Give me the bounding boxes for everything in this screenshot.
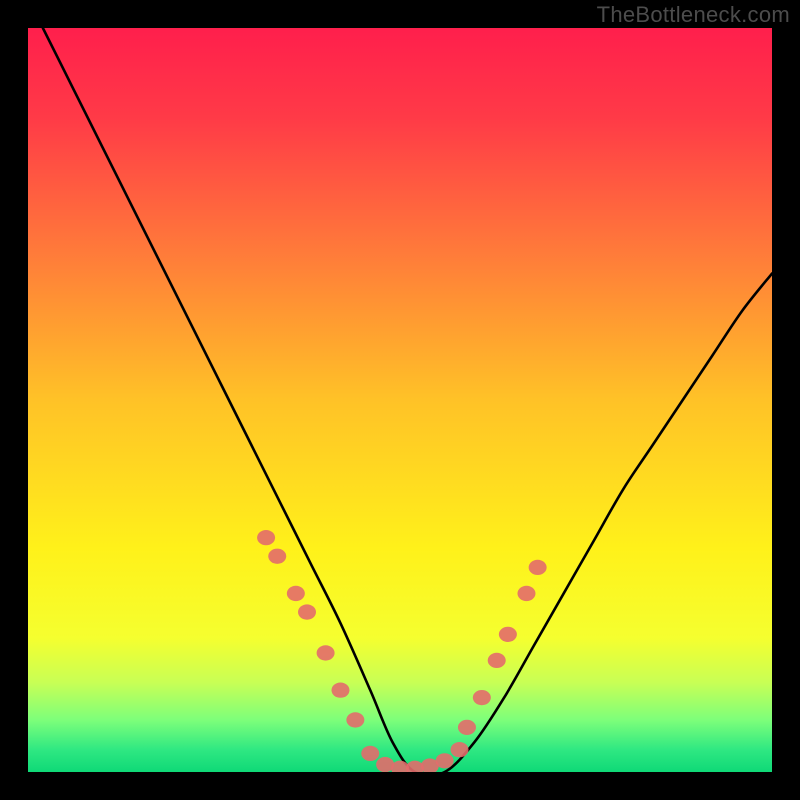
- chart-frame: TheBottleneck.com: [0, 0, 800, 800]
- chart-overlay: [28, 28, 772, 772]
- plot-area: [28, 28, 772, 772]
- highlight-dots-left: [257, 530, 364, 728]
- bottleneck-curve: [43, 28, 772, 772]
- watermark-text: TheBottleneck.com: [597, 2, 790, 28]
